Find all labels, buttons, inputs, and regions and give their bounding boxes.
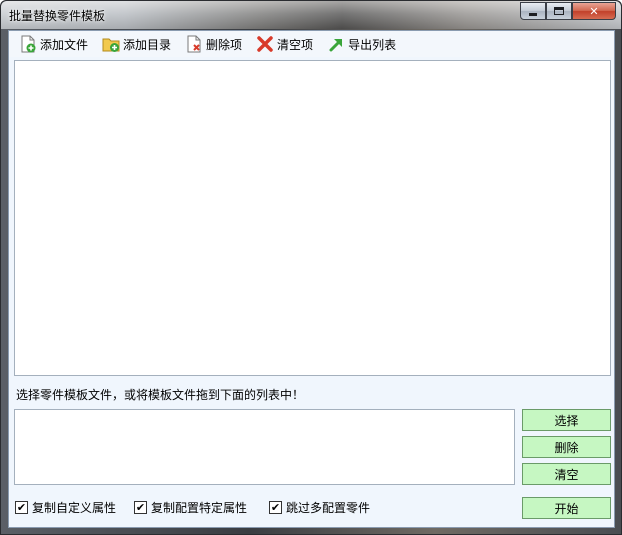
close-icon: ✕ <box>589 4 599 18</box>
part-file-list[interactable] <box>14 60 611 376</box>
delete-item-icon <box>187 35 201 53</box>
app-window: 批量替换零件模板 ✕ 添加文件 添加目录 删除项 清空项 导出列表 选择零件模板… <box>0 0 622 535</box>
skip-multi-config-label: 跳过多配置零件 <box>286 501 371 515</box>
window-title: 批量替换零件模板 <box>9 9 106 23</box>
add-file-button[interactable]: 添加文件 <box>19 33 88 55</box>
checkbox-checked-icon[interactable]: ✔ <box>15 501 28 514</box>
toolbar: 添加文件 添加目录 删除项 清空项 导出列表 <box>9 31 614 57</box>
add-file-icon <box>21 35 36 53</box>
select-button[interactable]: 选择 <box>522 409 611 431</box>
template-hint-text: 选择零件模板文件，或将模板文件拖到下面的列表中！ <box>16 388 305 402</box>
title-bar[interactable]: 批量替换零件模板 ✕ <box>1 1 621 29</box>
delete-item-label: 删除项 <box>206 37 243 52</box>
add-folder-label: 添加目录 <box>123 37 172 52</box>
checkbox-checked-icon[interactable]: ✔ <box>134 501 147 514</box>
maximize-icon <box>554 7 564 15</box>
copy-config-props-label: 复制配置特定属性 <box>151 501 248 515</box>
clear-button[interactable]: 清空 <box>522 463 611 485</box>
export-arrow-icon <box>329 39 343 52</box>
delete-item-button[interactable]: 删除项 <box>185 33 242 55</box>
minimize-icon <box>529 12 537 16</box>
add-file-label: 添加文件 <box>40 37 89 52</box>
clear-items-button[interactable]: 清空项 <box>256 33 313 55</box>
export-list-button[interactable]: 导出列表 <box>327 33 396 55</box>
copy-custom-props-option[interactable]: ✔ 复制自定义属性 <box>15 499 116 516</box>
maximize-button[interactable] <box>546 2 572 20</box>
copy-config-props-option[interactable]: ✔ 复制配置特定属性 <box>134 499 247 516</box>
start-button[interactable]: 开始 <box>522 497 611 519</box>
close-button[interactable]: ✕ <box>572 2 616 20</box>
delete-button[interactable]: 删除 <box>522 436 611 458</box>
checkbox-checked-icon[interactable]: ✔ <box>269 501 282 514</box>
copy-custom-props-label: 复制自定义属性 <box>32 501 117 515</box>
add-folder-icon <box>102 38 120 52</box>
template-file-list[interactable] <box>14 409 515 485</box>
add-folder-button[interactable]: 添加目录 <box>102 33 171 55</box>
caption-buttons: ✕ <box>520 2 616 20</box>
export-list-label: 导出列表 <box>348 37 397 52</box>
clear-icon <box>257 36 273 52</box>
client-area: 添加文件 添加目录 删除项 清空项 导出列表 选择零件模板文件，或将模板文件拖到… <box>8 30 615 528</box>
minimize-button[interactable] <box>520 2 546 20</box>
clear-items-label: 清空项 <box>277 37 314 52</box>
skip-multi-config-option[interactable]: ✔ 跳过多配置零件 <box>269 499 370 516</box>
